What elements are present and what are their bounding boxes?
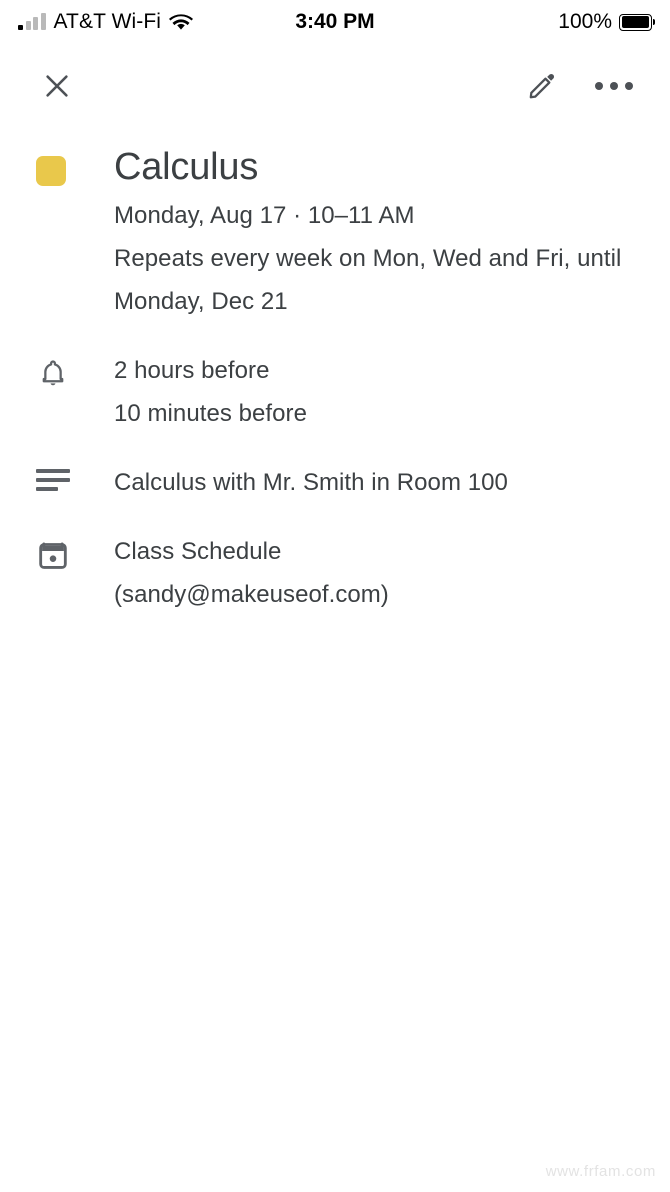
- description-body: Calculus with Mr. Smith in Room 100: [114, 461, 670, 504]
- battery-percent-label: 100%: [558, 10, 612, 33]
- carrier-label: AT&T Wi-Fi: [53, 10, 162, 33]
- event-datetime: Monday, Aug 17 · 10–11 AM: [114, 202, 415, 229]
- event-details: Calculus Monday, Aug 17 · 10–11 AM Repea…: [0, 140, 670, 616]
- notifications-body: 2 hours before 10 minutes before: [114, 349, 670, 435]
- more-options-button[interactable]: [586, 58, 642, 114]
- watermark: www.frfam.com: [545, 1163, 656, 1180]
- description-icon: [36, 469, 70, 493]
- close-icon: [46, 75, 68, 97]
- battery-full-icon: [619, 13, 652, 31]
- bell-icon: [42, 360, 64, 386]
- notification-item: 2 hours before: [114, 357, 270, 384]
- notifications-row[interactable]: 2 hours before 10 minutes before: [0, 349, 670, 435]
- description-text: Calculus with Mr. Smith in Room 100: [114, 469, 508, 496]
- calendar-icon: [39, 542, 67, 569]
- event-color-gutter: [0, 140, 114, 186]
- event-toolbar: [0, 52, 670, 120]
- battery-fill: [621, 16, 650, 28]
- status-bar: AT&T Wi-Fi 3:40 PM 100%: [0, 0, 670, 44]
- edit-event-button[interactable]: [514, 58, 570, 114]
- calendar-body: Class Schedule (sandy@makeuseof.com): [114, 530, 670, 616]
- pencil-icon: [529, 73, 555, 99]
- close-button[interactable]: [29, 58, 85, 114]
- page-title: Calculus: [114, 146, 259, 188]
- status-bar-left: AT&T Wi-Fi: [18, 10, 194, 34]
- event-color-swatch: [36, 156, 66, 186]
- calendar-account: (sandy@makeuseof.com): [114, 581, 389, 608]
- description-row[interactable]: Calculus with Mr. Smith in Room 100: [0, 461, 670, 504]
- event-summary-body: Calculus Monday, Aug 17 · 10–11 AM Repea…: [114, 140, 670, 323]
- event-recurrence: Repeats every week on Mon, Wed and Fri, …: [114, 245, 622, 315]
- event-summary-row: Calculus Monday, Aug 17 · 10–11 AM Repea…: [0, 140, 670, 323]
- notification-item: 10 minutes before: [114, 400, 307, 427]
- calendar-gutter: [0, 530, 114, 572]
- description-gutter: [0, 461, 114, 493]
- calendar-row[interactable]: Class Schedule (sandy@makeuseof.com): [0, 530, 670, 616]
- status-bar-right: 100%: [558, 10, 652, 34]
- notifications-gutter: [0, 349, 114, 391]
- cellular-signal-icon: [18, 13, 46, 30]
- more-options-icon: [595, 82, 633, 90]
- calendar-name: Class Schedule: [114, 538, 282, 565]
- wifi-icon: [169, 14, 194, 30]
